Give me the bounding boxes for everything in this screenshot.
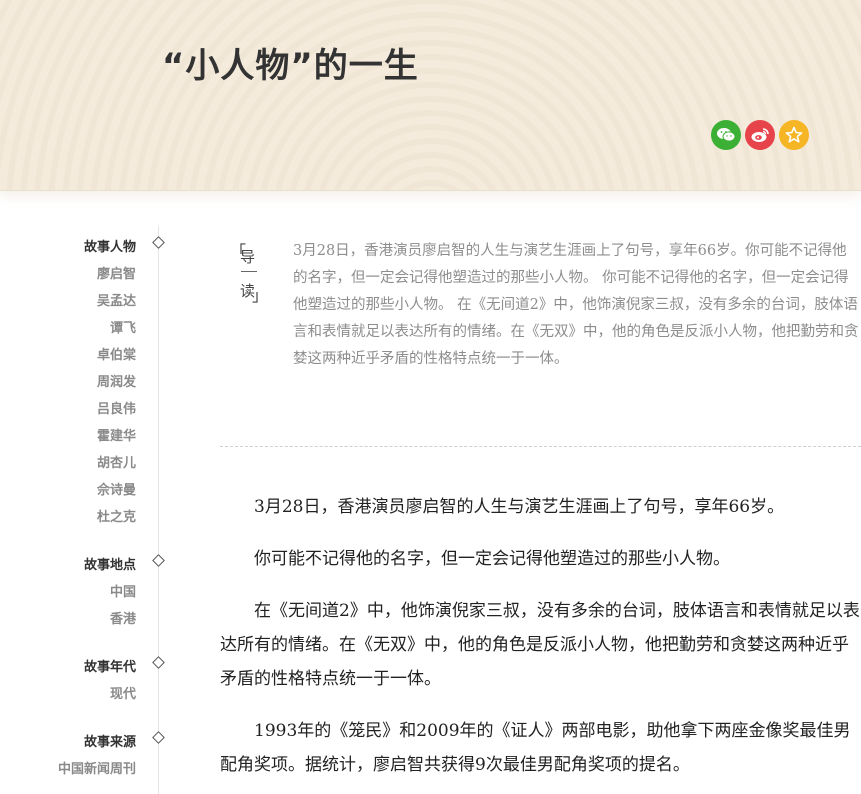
sidebar-item-source[interactable]: 中国新闻周刊 [58,758,136,777]
article-paragraph: 1993年的《笼民》和2009年的《证人》两部电影，助他拿下两座金像奖最佳男配角… [220,721,851,775]
timeline-diamond-icon [152,554,165,567]
sidebar-item-character[interactable]: 吴孟达 [97,290,136,309]
sidebar-item-character[interactable]: 谭飞 [110,317,136,336]
section-divider [220,446,861,447]
article-paragraph: 3月28日，香港演员廖启智的人生与演艺生涯画上了句号，享年66岁。 [254,497,785,517]
weibo-icon [751,128,769,142]
intro-label: 「 导 读 」 [226,238,269,308]
intro-label-divider [241,271,257,272]
header-banner [0,0,861,191]
article-paragraph: 你可能不记得他的名字，但一定会记得他塑造过的那些小人物。 [254,549,730,569]
page-title: “小人物”的一生 [162,46,419,86]
sidebar-item-character[interactable]: 周润发 [97,371,136,390]
sidebar-item-character[interactable]: 佘诗曼 [97,479,136,498]
timeline-diamond-icon [152,731,165,744]
group-title-source: 故事来源 [83,735,136,750]
star-icon [785,126,803,143]
timeline-diamond-icon [152,656,165,669]
intro-summary: 3月28日，香港演员廖启智的人生与演艺生涯画上了句号，享年66岁。你可能不记得他… [293,243,859,367]
weibo-share-button[interactable] [745,120,775,150]
wechat-icon [717,128,736,142]
sidebar-item-character[interactable]: 吕良伟 [97,398,136,417]
sidebar-item-character[interactable]: 霍建华 [97,425,136,444]
sidebar-item-location[interactable]: 香港 [110,608,136,627]
sidebar-item-era[interactable]: 现代 [110,683,136,702]
favorite-button[interactable] [779,120,809,150]
wechat-share-button[interactable] [711,120,741,150]
group-title-era: 故事年代 [83,660,136,675]
sidebar-item-character[interactable]: 廖启智 [97,263,136,282]
article-body: 3月28日，香港演员廖启智的人生与演艺生涯画上了句号，享年66岁。 你可能不记得… [220,490,861,794]
sidebar-item-character[interactable]: 胡杏儿 [97,452,136,471]
sidebar-item-location[interactable]: 中国 [110,581,136,600]
intro-label-char: 导 [240,248,256,266]
group-title-characters: 故事人物 [83,240,136,255]
intro-bracket-close: 」 [252,286,269,305]
sidebar-item-character[interactable]: 杜之克 [97,506,136,525]
story-tags-sidebar: 故事人物 廖启智 吴孟达 谭飞 卓伯棠 周润发 吕良伟 霍建华 胡杏儿 佘诗曼 … [0,226,165,794]
timeline-diamond-icon [152,236,165,249]
sidebar-item-character[interactable]: 卓伯棠 [97,344,136,363]
sidebar-timeline [158,226,159,794]
article-paragraph: 在《无间道2》中，他饰演倪家三叔，没有多余的台词，肢体语言和表情就足以表达所有的… [220,601,860,689]
group-title-locations: 故事地点 [83,558,136,573]
